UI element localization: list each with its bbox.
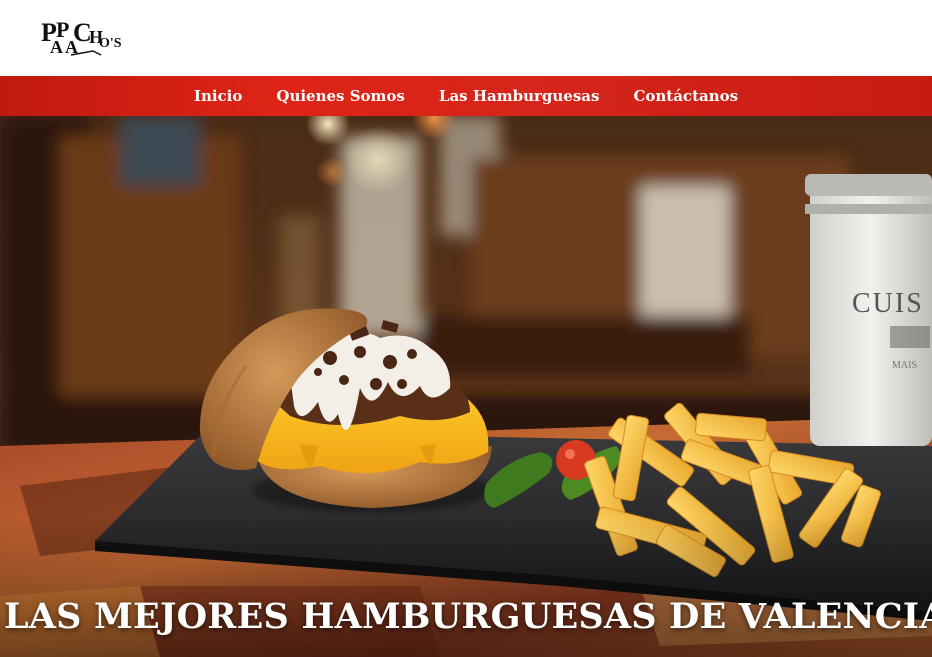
papachos-logo-icon: P A P A C H O'S <box>41 17 121 57</box>
hero-banner: CUIS MAIS <box>0 116 932 657</box>
burger-with-fries-image: CUIS MAIS <box>0 116 932 657</box>
hero-headline: LAS MEJORES HAMBURGUESAS DE VALENCIA <box>4 596 932 637</box>
site-logo[interactable]: P A P A C H O'S <box>24 0 138 72</box>
jar-label: CUIS <box>852 288 924 319</box>
header: P A P A C H O'S <box>0 0 932 76</box>
nav-item-quienes-somos[interactable]: Quienes Somos <box>276 87 405 105</box>
svg-text:MAIS: MAIS <box>892 360 917 371</box>
nav-item-las-hamburguesas[interactable]: Las Hamburguesas <box>439 87 600 105</box>
nav-item-contactanos[interactable]: Contáctanos <box>633 87 738 105</box>
svg-text:O'S: O'S <box>99 36 121 51</box>
main-nav: Inicio Quienes Somos Las Hamburguesas Co… <box>0 76 932 116</box>
nav-item-inicio[interactable]: Inicio <box>194 87 242 105</box>
